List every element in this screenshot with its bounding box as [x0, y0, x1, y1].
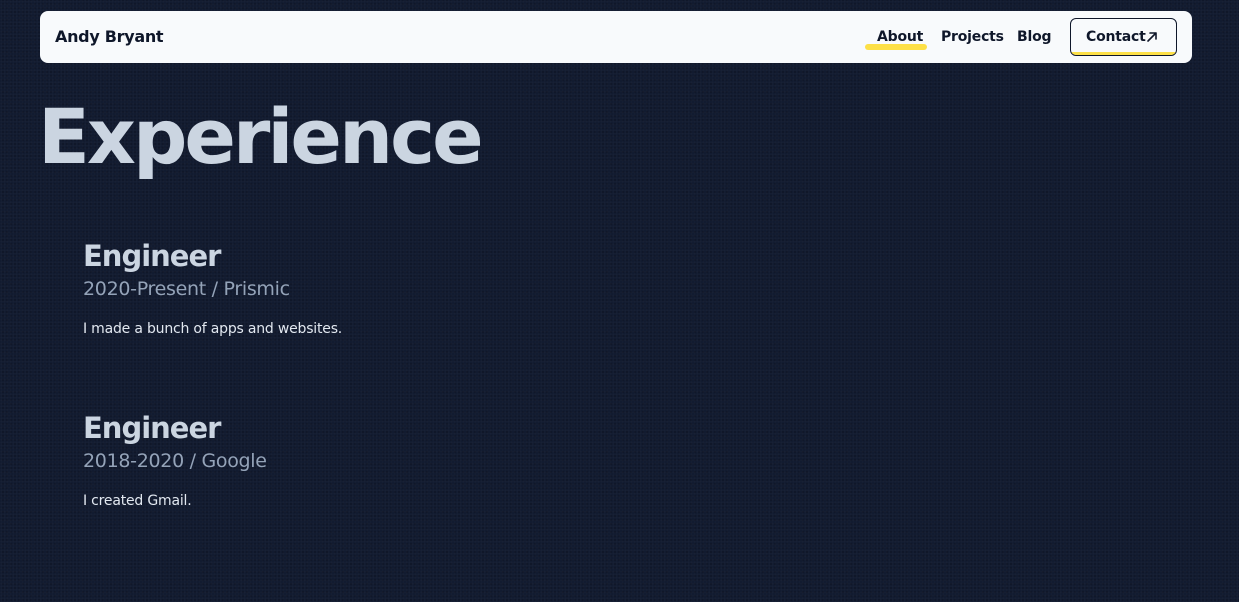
job-period: 2020-Present	[83, 278, 206, 300]
job-period: 2018-2020	[83, 450, 184, 472]
nav-link-blog[interactable]: Blog	[1017, 28, 1052, 46]
job-title: Engineer	[83, 411, 221, 445]
nav-link-about[interactable]: About	[877, 28, 923, 46]
contact-button[interactable]: Contact	[1070, 18, 1177, 56]
job-company: Google	[201, 450, 267, 472]
experience-item: Engineer 2020-Present / Prismic I made a…	[83, 238, 342, 353]
experience-item: Engineer 2018-2020 / Google I created Gm…	[83, 410, 267, 525]
contact-button-underline	[1071, 52, 1176, 55]
nav-link-projects[interactable]: Projects	[941, 28, 1004, 46]
job-title: Engineer	[83, 239, 221, 273]
job-company: Prismic	[223, 278, 291, 300]
arrow-up-right-icon	[1147, 32, 1157, 42]
job-meta: 2018-2020 / Google	[83, 449, 267, 473]
page: Andy Bryant About Projects Blog Contact …	[0, 0, 1239, 602]
job-description: I made a bunch of apps and websites.	[83, 321, 343, 337]
top-navbar: Andy Bryant About Projects Blog Contact	[40, 11, 1192, 63]
job-meta-separator: /	[189, 450, 202, 472]
job-meta: 2020-Present / Prismic	[83, 277, 342, 301]
job-description: I created Gmail.	[83, 493, 192, 509]
brand-name[interactable]: Andy Bryant	[55, 27, 164, 47]
contact-button-label: Contact	[1086, 29, 1146, 45]
page-title: Experience	[38, 92, 484, 181]
job-meta-separator: /	[211, 278, 224, 300]
